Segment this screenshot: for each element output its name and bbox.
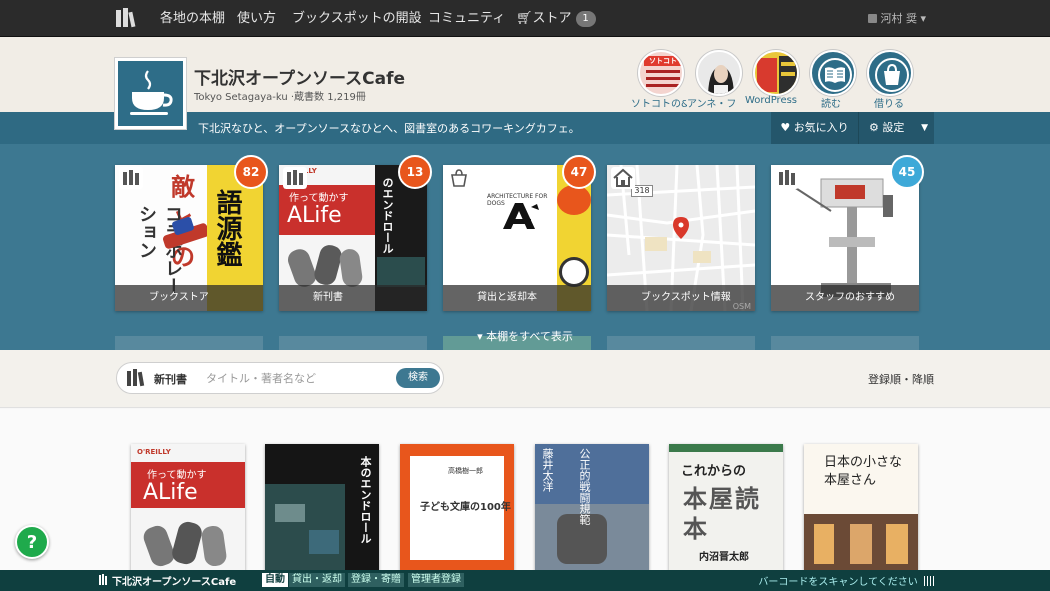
- shelf-caption: スタッフのおすすめ: [771, 285, 919, 311]
- shelf-card-bookspot-info[interactable]: 318 ブックスポット情報 OSM: [607, 165, 755, 311]
- nav-local-shelves[interactable]: 各地の本棚: [160, 0, 225, 37]
- book-cover[interactable]: 日本の小さな本屋さん: [804, 444, 918, 572]
- nav-open-bookspot[interactable]: ブックスポットの開設: [292, 0, 422, 37]
- bookshelf-icon: [127, 369, 145, 387]
- footer-tab-lend-return[interactable]: 貸出・返却: [289, 573, 345, 587]
- show-all-shelves-link[interactable]: ▾ 本棚をすべて表示: [0, 328, 1050, 344]
- store-count-badge: 1: [575, 11, 596, 27]
- bookshelf-icon: [119, 167, 143, 189]
- shelf-card-new-books[interactable]: O'REILLY 作って動かす ALife のエンドロール 新刊書: [279, 165, 427, 311]
- chip-label-borrow[interactable]: 借りる: [874, 95, 912, 110]
- help-button[interactable]: ?: [15, 525, 49, 559]
- footer-tab-register-donate[interactable]: 登録・寄贈: [348, 573, 404, 587]
- shelf-caption: 新刊書: [279, 285, 427, 311]
- book-cover[interactable]: 本のエンドロール: [265, 444, 379, 572]
- gear-icon: ⚙: [869, 121, 879, 134]
- cart-icon: 🛒︎: [516, 11, 533, 26]
- shelf-card-staff-picks[interactable]: スタッフのおすすめ: [771, 165, 919, 311]
- footer-tab-auto[interactable]: 自動: [262, 573, 288, 587]
- shelf-card-lending[interactable]: ARCHITECTURE FOR DOGS 貸出と返却本: [443, 165, 591, 311]
- shelf-count-badge: 47: [562, 155, 596, 189]
- shelf-count-badge: 45: [890, 155, 924, 189]
- chip-anne-frank[interactable]: [696, 50, 742, 96]
- shelf-count-badge: 13: [398, 155, 432, 189]
- shelf-caption: 貸出と返却本: [443, 285, 591, 311]
- barcode-icon: [924, 576, 936, 586]
- library-tagline: 下北沢なひと、オープンソースなひとへ、図書室のあるコワーキングカフェ。: [198, 122, 580, 135]
- search-button[interactable]: 検索: [396, 368, 440, 388]
- shelf-count-badge: 82: [234, 155, 268, 189]
- facebook-icon: [867, 14, 877, 23]
- nav-store[interactable]: 🛒︎ストア 1: [516, 0, 596, 37]
- footer-tab-admin-register[interactable]: 管理者登録: [408, 573, 464, 587]
- book-cover[interactable]: O'REILLY 作って動かす ALife: [131, 444, 245, 572]
- chip-label-sotokoto[interactable]: ソトコトの&: [631, 95, 687, 110]
- chip-sotokoto[interactable]: ソトコト: [638, 50, 684, 96]
- footer-library-name: 下北沢オープンソースCafe: [112, 577, 237, 588]
- chip-read[interactable]: [810, 50, 856, 96]
- sort-order-toggle[interactable]: 登録順・降順: [868, 371, 934, 387]
- books-logo-icon: [99, 574, 109, 585]
- chevron-down-icon: ▾: [920, 12, 926, 25]
- shelf-caption: ブックストア: [115, 285, 263, 311]
- top-navbar: 各地の本棚 使い方 ブックスポットの開設 コミュニティ 🛒︎ストア 1 河村 奨 …: [0, 0, 1050, 37]
- bookshelf-icon: [283, 167, 307, 189]
- shelf-card-bookstore[interactable]: 敵との コラボレーション 語源鑑 ブックストア: [115, 165, 263, 311]
- favorite-button[interactable]: ♥ お気に入り: [771, 112, 858, 144]
- chip-label-anne-frank[interactable]: アンネ・フ: [687, 95, 745, 110]
- user-menu[interactable]: 河村 奨 ▾: [867, 0, 926, 37]
- book-cover[interactable]: これからの 本屋読本 内沼晋太郎: [669, 444, 783, 572]
- nav-community[interactable]: コミュニティ: [428, 0, 505, 37]
- nav-how-to[interactable]: 使い方: [237, 0, 276, 37]
- home-icon: [611, 167, 635, 189]
- footer-bar: 下北沢オープンソースCafe 自動 貸出・返却 登録・寄贈 管理者登録 バーコー…: [0, 570, 1050, 591]
- chip-label-wordpress[interactable]: WordPress: [745, 95, 799, 106]
- library-subtitle: Tokyo Setagaya-ku ·蔵書数 1,219冊: [194, 92, 366, 103]
- chip-label-read[interactable]: 読む: [821, 95, 851, 110]
- book-cover[interactable]: 高橋樹一郎 子ども文庫の100年: [400, 444, 514, 572]
- library-icon: [115, 58, 186, 129]
- shopping-bag-icon: [447, 167, 471, 189]
- map-attribution: OSM: [732, 302, 751, 311]
- settings-button[interactable]: ⚙ 設定 ▼: [858, 112, 934, 144]
- chip-wordpress[interactable]: [753, 50, 799, 96]
- barcode-scan-prompt[interactable]: バーコードをスキャンしてください: [758, 573, 936, 588]
- coffee-cup-icon: [130, 70, 173, 115]
- shelf-name-label: 新刊書: [154, 373, 187, 386]
- chevron-down-icon: ▼: [921, 123, 928, 133]
- search-input[interactable]: [206, 368, 391, 388]
- book-cover[interactable]: 公正的戦闘規範 藤井太洋: [535, 444, 649, 572]
- bookshelf-icon: [775, 167, 799, 189]
- chip-borrow[interactable]: [867, 50, 913, 96]
- library-title: 下北沢オープンソースCafe: [194, 69, 406, 89]
- books-logo-icon[interactable]: [115, 8, 139, 28]
- heart-icon: ♥: [780, 121, 791, 134]
